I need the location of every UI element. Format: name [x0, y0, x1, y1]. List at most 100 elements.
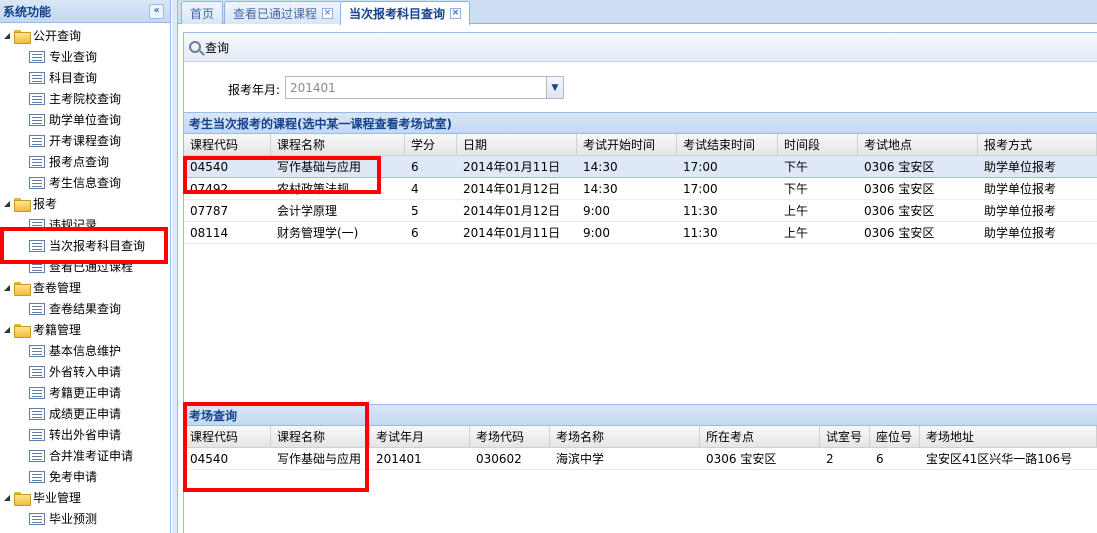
expander-icon[interactable]: ◢: [2, 199, 12, 208]
tree-item[interactable]: 报考点查询: [29, 151, 109, 172]
splitter[interactable]: [172, 0, 178, 533]
column-header[interactable]: 考试结束时间: [677, 134, 778, 155]
tree-group[interactable]: ◢ 公开查询: [2, 25, 81, 46]
expander-icon[interactable]: ◢: [2, 325, 12, 334]
table-cell: 0306 宝安区: [864, 226, 935, 240]
grid-header: 课程代码 课程名称 考试年月 考场代码 考场名称 所在考点 试室号 座位号 考场地址: [184, 426, 1097, 448]
tree-item-label: 毕业预测: [49, 512, 98, 526]
document-icon: [29, 134, 45, 147]
tree-item-label: 违规记录: [49, 218, 98, 232]
table-row[interactable]: 08114 财务管理学(一) 6 2014年01月11日 9:00 11:30 上午 0306…: [184, 222, 1097, 244]
tree-group[interactable]: ◢ 毕业管理: [2, 487, 81, 508]
table-row[interactable]: 04540 写作基础与应用 201401 030602 海滨中学 0306 宝安区 2 6 宝安…: [184, 448, 1097, 470]
tree-item[interactable]: 违规记录: [29, 214, 97, 235]
table-row[interactable]: 07787 会计学原理 5 2014年01月12日 9:00 11:30 上午 0306 宝安…: [184, 200, 1097, 222]
close-icon[interactable]: ×: [450, 8, 462, 19]
column-header[interactable]: 所在考点: [700, 426, 820, 447]
document-icon: [29, 512, 45, 525]
tree-item-label: 转出外省申请: [49, 428, 122, 442]
tree-item[interactable]: 科目查询: [29, 67, 97, 88]
tree-item[interactable]: 考籍更正申请: [29, 382, 121, 403]
exam-month-value[interactable]: 201401: [286, 81, 546, 95]
document-icon: [29, 407, 45, 420]
folder-icon: [14, 29, 31, 44]
column-header[interactable]: 考场名称: [550, 426, 700, 447]
table-cell: 助学单位报考: [984, 160, 1057, 174]
table-row[interactable]: 04540 写作基础与应用 6 2014年01月11日 14:30 17:00 下午 0306…: [184, 156, 1097, 178]
table-cell: 上午: [784, 226, 809, 240]
tree-item[interactable]: 专业查询: [29, 46, 97, 67]
tree-item-label: 报考点查询: [49, 155, 110, 169]
query-button[interactable]: 查询: [205, 39, 229, 56]
expander-icon[interactable]: ◢: [2, 31, 12, 40]
table-cell: 农村政策法规: [277, 182, 350, 196]
table-cell: 07787: [190, 203, 229, 218]
column-header[interactable]: 考场代码: [470, 426, 550, 447]
tree-item[interactable]: 成绩更正申请: [29, 403, 121, 424]
column-header[interactable]: 座位号: [870, 426, 920, 447]
column-header[interactable]: 考场地址: [920, 426, 1097, 447]
table-cell: 201401: [376, 451, 422, 466]
tab-home[interactable]: 首页: [181, 1, 224, 24]
expander-icon[interactable]: ◢: [2, 283, 12, 292]
tab-label: 首页: [190, 6, 215, 21]
tree-item[interactable]: 毕业预测: [29, 508, 97, 529]
document-icon: [29, 176, 45, 189]
table-cell: 08114: [190, 225, 229, 240]
tree-item[interactable]: 考生信息查询: [29, 172, 121, 193]
tree-item[interactable]: 转出外省申请: [29, 424, 121, 445]
table-cell: 9:00: [583, 225, 610, 240]
tree-item[interactable]: 基本信息维护: [29, 340, 121, 361]
tree-item[interactable]: 助学单位查询: [29, 109, 121, 130]
column-header[interactable]: 考试地点: [858, 134, 978, 155]
table-cell: 2014年01月12日: [463, 182, 561, 196]
tree-item[interactable]: 查卷结果查询: [29, 298, 121, 319]
search-icon[interactable]: [189, 41, 201, 53]
close-icon[interactable]: ×: [322, 7, 334, 19]
column-header[interactable]: 考试开始时间: [577, 134, 677, 155]
column-header[interactable]: 报考方式: [978, 134, 1097, 155]
tree-item[interactable]: 外省转入申请: [29, 361, 121, 382]
column-header[interactable]: 考试年月: [370, 426, 470, 447]
tab-current-subjects[interactable]: 当次报考科目查询 ×: [340, 1, 471, 25]
column-header[interactable]: 试室号: [820, 426, 870, 447]
tree-item-label: 考籍更正申请: [49, 386, 122, 400]
exam-month-combo[interactable]: 201401 ▼: [285, 76, 564, 99]
table-row[interactable]: 07492 农村政策法规 4 2014年01月12日 14:30 17:00 下午 0306 …: [184, 178, 1097, 200]
column-header[interactable]: 课程代码: [184, 134, 271, 155]
sidebar-title: 系统功能: [0, 0, 170, 23]
document-icon: [29, 155, 45, 168]
tree-item-label: 专业查询: [49, 50, 98, 64]
folder-icon: [14, 197, 31, 212]
table-cell: 下午: [784, 160, 809, 174]
tree-item[interactable]: 开考课程查询: [29, 130, 121, 151]
document-icon: [29, 113, 45, 126]
table-cell: 会计学原理: [277, 204, 338, 218]
table-cell: 宝安区41区兴华一路106号: [926, 452, 1073, 466]
tree-item-label: 免考申请: [49, 470, 98, 484]
tab-passed-courses[interactable]: 查看已通过课程 ×: [224, 1, 343, 24]
column-header[interactable]: 课程名称: [271, 426, 370, 447]
tree-item[interactable]: 查看已通过课程: [29, 256, 133, 277]
column-header[interactable]: 日期: [457, 134, 577, 155]
expander-icon[interactable]: ◢: [2, 493, 12, 502]
table-cell: 04540: [190, 159, 229, 174]
document-icon: [29, 239, 45, 252]
tree-item[interactable]: 合并准考证申请: [29, 445, 133, 466]
tree-item[interactable]: 当次报考科目查询: [29, 235, 145, 256]
tree-group[interactable]: ◢ 查卷管理: [2, 277, 81, 298]
tree-item[interactable]: 免考申请: [29, 466, 97, 487]
tree-group[interactable]: ◢ 报考: [2, 193, 57, 214]
table-cell: 写作基础与应用: [277, 160, 362, 174]
column-header[interactable]: 时间段: [778, 134, 858, 155]
column-header[interactable]: 课程代码: [184, 426, 271, 447]
tree-item-label: 合并准考证申请: [49, 449, 134, 463]
registered-courses-grid: 考生当次报考的课程(选中某一课程查看考场试室) 课程代码 课程名称 学分 日期 考试开始…: [184, 112, 1097, 402]
chevron-down-icon[interactable]: ▼: [546, 77, 563, 98]
tree-group[interactable]: ◢ 考籍管理: [2, 319, 81, 340]
column-header[interactable]: 学分: [405, 134, 457, 155]
table-cell: 写作基础与应用: [277, 452, 362, 466]
collapse-icon[interactable]: «: [149, 4, 164, 19]
tree-item[interactable]: 主考院校查询: [29, 88, 121, 109]
column-header[interactable]: 课程名称: [271, 134, 405, 155]
